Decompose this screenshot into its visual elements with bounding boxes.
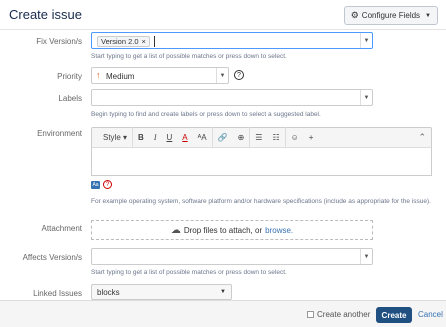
- labels-label: Labels: [58, 94, 82, 103]
- attachment-icon[interactable]: ⊕: [233, 127, 250, 148]
- text-color-button[interactable]: A: [177, 127, 192, 148]
- arrow-up-icon: ↑: [96, 70, 101, 80]
- help-icon[interactable]: ?: [234, 70, 244, 80]
- attachment-label: Attachment: [41, 224, 82, 233]
- chevron-down-icon: ▼: [425, 12, 431, 19]
- caret-down-icon: ▼: [220, 289, 226, 295]
- help-icon[interactable]: ?: [103, 180, 112, 189]
- gear-icon: ⚙: [350, 10, 359, 20]
- configure-fields-label: Configure Fields: [361, 11, 421, 20]
- linked-issues-label: Linked Issues: [33, 289, 82, 298]
- collapse-icon[interactable]: ⌃: [418, 132, 426, 143]
- environment-label: Environment: [37, 129, 82, 138]
- create-button[interactable]: Create: [376, 307, 412, 323]
- dialog-title: Create issue: [9, 7, 82, 22]
- labels-help: Begin typing to find and create labels o…: [91, 111, 321, 118]
- labels-input[interactable]: ▼: [91, 89, 373, 106]
- dropzone-text: Drop files to attach, or: [183, 225, 263, 235]
- environment-editor[interactable]: [91, 148, 432, 176]
- chevron-down-icon[interactable]: ▼: [360, 249, 372, 264]
- bullet-list-icon[interactable]: ☰: [249, 127, 267, 148]
- fix-versions-label: Fix Version/s: [36, 37, 82, 46]
- priority-label: Priority: [57, 72, 82, 81]
- text-format-button[interactable]: ᴬA: [193, 127, 212, 148]
- insert-more-icon[interactable]: +: [304, 127, 319, 148]
- fix-versions-help: Start typing to get a list of possible m…: [91, 53, 287, 60]
- attachment-dropzone[interactable]: ☁ Drop files to attach, or browse.: [91, 220, 373, 240]
- emoji-icon[interactable]: ☺: [284, 127, 304, 148]
- italic-button[interactable]: I: [149, 127, 162, 148]
- affects-versions-label: Affects Version/s: [22, 253, 82, 262]
- chevron-down-icon[interactable]: ▼: [360, 90, 372, 105]
- chevron-down-icon[interactable]: ▼: [216, 68, 228, 83]
- editor-toolbar: Style ▾ B I U A ᴬA 🔗 ⊕ ☰ ☷ ☺ + ⌃: [91, 127, 432, 148]
- fix-versions-input[interactable]: Version 2.0 × ▼: [91, 32, 373, 49]
- configure-fields-button[interactable]: ⚙ Configure Fields ▼: [343, 6, 438, 25]
- linked-issues-select[interactable]: blocks ▼: [91, 284, 232, 300]
- browse-link[interactable]: browse.: [265, 226, 293, 235]
- dialog-header: Create issue ⚙ Configure Fields ▼: [0, 0, 446, 30]
- remove-chip-icon[interactable]: ×: [142, 37, 146, 46]
- bold-button[interactable]: B: [132, 127, 149, 148]
- affects-versions-input[interactable]: ▼: [91, 248, 373, 265]
- chevron-down-icon[interactable]: ▼: [360, 33, 372, 48]
- affects-versions-help: Start typing to get a list of possible m…: [91, 269, 287, 276]
- style-dropdown[interactable]: Style ▾: [98, 127, 132, 148]
- linked-issues-value: blocks: [97, 288, 120, 297]
- priority-select[interactable]: ↑ Medium ▼: [91, 67, 229, 84]
- text-cursor: [154, 36, 155, 47]
- style-label: Style: [103, 133, 121, 142]
- upload-cloud-icon: ☁: [170, 224, 181, 236]
- environment-help: For example operating system, software p…: [91, 198, 431, 205]
- create-another-label: Create another: [317, 310, 371, 319]
- create-another-option[interactable]: Create another: [307, 310, 370, 319]
- create-another-checkbox[interactable]: [307, 311, 314, 318]
- visual-mode-icon[interactable]: Aa: [91, 181, 100, 189]
- priority-value: Medium: [106, 72, 135, 81]
- cancel-link[interactable]: Cancel: [418, 310, 443, 319]
- underline-button[interactable]: U: [162, 127, 178, 148]
- link-icon[interactable]: 🔗: [211, 127, 233, 148]
- numbered-list-icon[interactable]: ☷: [267, 127, 284, 148]
- version-chip[interactable]: Version 2.0 ×: [97, 36, 150, 47]
- version-chip-label: Version 2.0: [101, 37, 139, 46]
- dialog-footer: Create another Create Cancel: [0, 300, 446, 327]
